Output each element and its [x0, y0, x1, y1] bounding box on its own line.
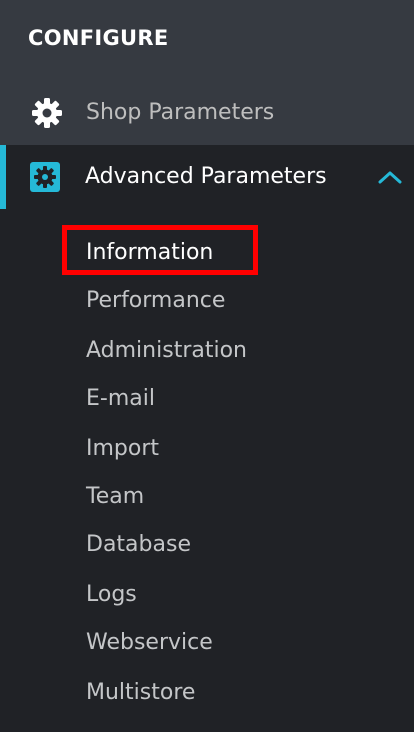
submenu-item-information[interactable]: Information: [86, 239, 213, 267]
menu-item-advanced-parameters[interactable]: Advanced Parameters: [0, 145, 414, 209]
submenu-item-logs[interactable]: Logs: [86, 581, 137, 609]
chevron-up-icon[interactable]: [376, 167, 404, 187]
submenu-item-import[interactable]: Import: [86, 435, 159, 463]
submenu-item-performance[interactable]: Performance: [86, 287, 225, 315]
submenu-item-team[interactable]: Team: [86, 483, 144, 511]
menu-item-advanced-parameters-label: Advanced Parameters: [85, 164, 327, 189]
menu-item-shop-parameters-label: Shop Parameters: [86, 100, 275, 125]
active-accent-bar: [0, 145, 6, 209]
gear-icon: [32, 98, 62, 128]
submenu-item-multistore[interactable]: Multistore: [86, 679, 195, 707]
section-title: CONFIGURE: [28, 26, 169, 50]
submenu-item-email[interactable]: E-mail: [86, 385, 155, 413]
menu-item-shop-parameters[interactable]: Shop Parameters: [0, 88, 414, 138]
gear-square-icon: [30, 162, 60, 192]
submenu-item-database[interactable]: Database: [86, 531, 191, 559]
submenu-item-webservice[interactable]: Webservice: [86, 629, 213, 657]
submenu-item-administration[interactable]: Administration: [86, 337, 247, 365]
